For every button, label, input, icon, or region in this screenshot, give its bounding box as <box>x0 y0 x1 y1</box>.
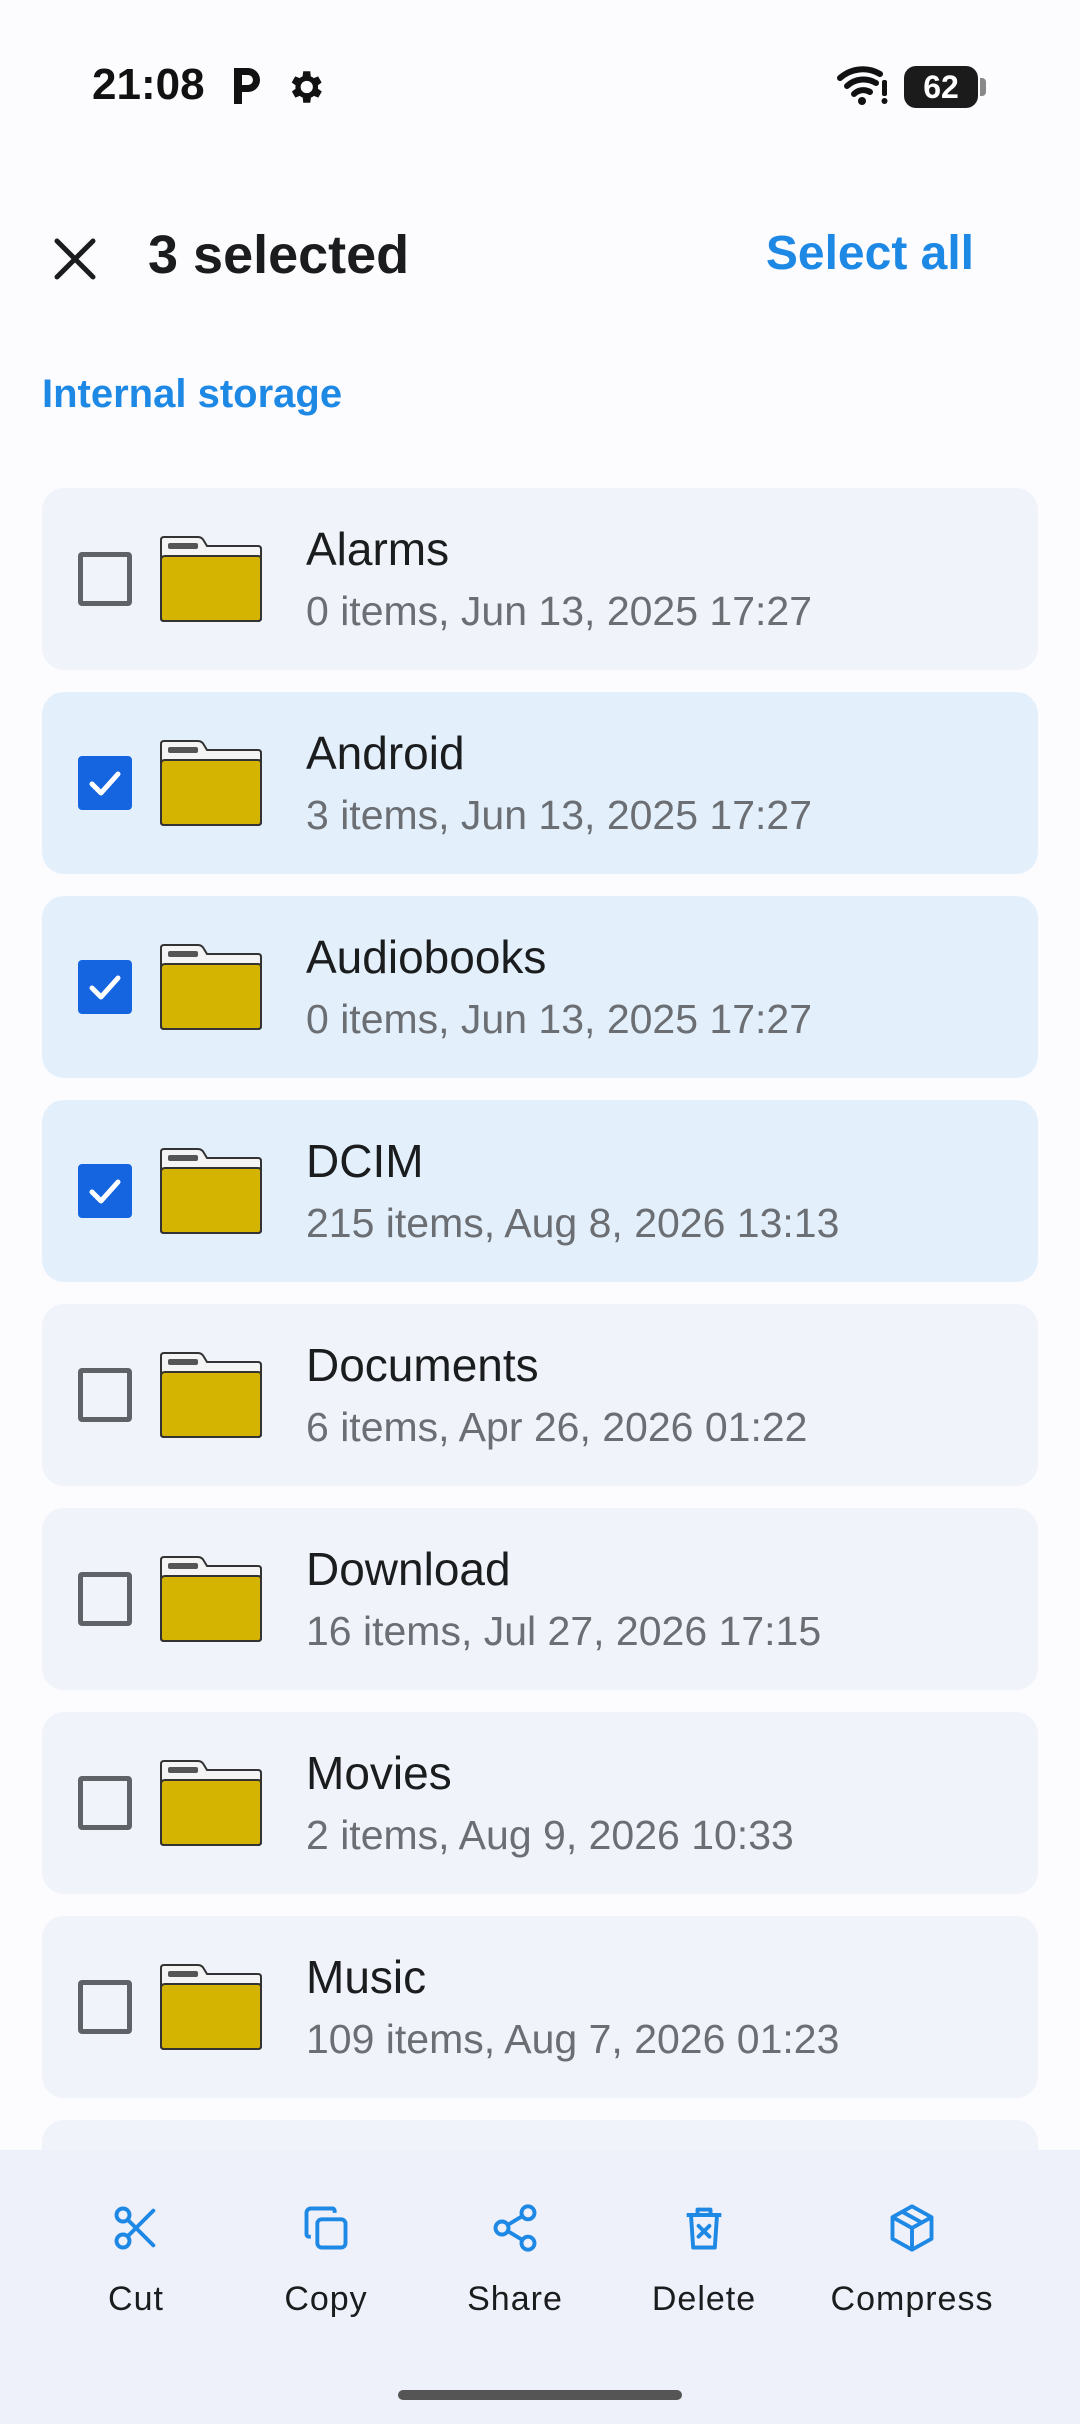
compress-label: Compress <box>830 2280 994 2318</box>
select-all-button[interactable]: Select all <box>766 226 974 281</box>
file-manager-screen: 21:08 62 3 selected Select all Internal … <box>0 0 1080 2424</box>
delete-button[interactable]: Delete <box>614 2202 794 2352</box>
list-item[interactable]: Alarms 0 items, Jun 13, 2025 17:27 <box>42 488 1038 670</box>
status-bar: 21:08 62 <box>0 0 1080 150</box>
cut-button[interactable]: Cut <box>46 2202 226 2352</box>
folder-icon <box>160 1352 262 1438</box>
folder-icon <box>160 1964 262 2050</box>
file-name: Music <box>306 1951 427 2003</box>
file-meta: 0 items, Jun 13, 2025 17:27 <box>306 588 813 634</box>
home-indicator[interactable] <box>398 2390 682 2400</box>
file-name: DCIM <box>306 1135 424 1187</box>
file-list: Alarms 0 items, Jun 13, 2025 17:27 Andro… <box>42 488 1038 2120</box>
selection-app-bar: 3 selected Select all <box>0 200 1080 310</box>
folder-icon <box>160 536 262 622</box>
file-meta: 16 items, Jul 27, 2026 17:15 <box>306 1608 822 1654</box>
file-name: Alarms <box>306 523 450 575</box>
file-meta: 3 items, Jun 13, 2025 17:27 <box>306 792 813 838</box>
folder-icon <box>160 944 262 1030</box>
checkbox[interactable] <box>78 1572 132 1626</box>
file-meta: 109 items, Aug 7, 2026 01:23 <box>306 2016 840 2062</box>
file-meta: 2 items, Aug 9, 2026 10:33 <box>306 1812 794 1858</box>
close-icon <box>54 238 96 280</box>
delete-label: Delete <box>651 2280 757 2318</box>
list-item[interactable]: Android 3 items, Jun 13, 2025 17:27 <box>42 692 1038 874</box>
bottom-action-bar: Cut Copy Share Delete Compress <box>0 2150 1080 2424</box>
parking-icon <box>234 68 260 104</box>
checkbox-checked[interactable] <box>78 756 132 810</box>
share-icon <box>493 2204 537 2252</box>
file-name: Movies <box>306 1747 452 1799</box>
file-name: Download <box>306 1543 511 1595</box>
checkbox[interactable] <box>78 552 132 606</box>
file-meta: 6 items, Apr 26, 2026 01:22 <box>306 1404 808 1450</box>
checkbox-checked[interactable] <box>78 960 132 1014</box>
list-item[interactable]: DCIM 215 items, Aug 8, 2026 13:13 <box>42 1100 1038 1282</box>
delete-icon <box>686 2207 722 2250</box>
package-icon <box>890 2204 934 2252</box>
checkbox[interactable] <box>78 1368 132 1422</box>
copy-label: Copy <box>284 2280 368 2318</box>
list-item[interactable]: Music 109 items, Aug 7, 2026 01:23 <box>42 1916 1038 2098</box>
battery-indicator: 62 <box>904 66 986 108</box>
status-time: 21:08 <box>92 60 205 109</box>
file-name: Android <box>306 727 465 779</box>
list-item[interactable]: Download 16 items, Jul 27, 2026 17:15 <box>42 1508 1038 1690</box>
battery-tip <box>980 78 986 96</box>
selection-count-title: 3 selected <box>148 225 410 285</box>
scissors-icon <box>114 2206 156 2250</box>
wifi-icon <box>837 66 888 105</box>
folder-icon <box>160 1556 262 1642</box>
cut-label: Cut <box>108 2280 164 2318</box>
folder-icon <box>160 1760 262 1846</box>
file-meta: 0 items, Jun 13, 2025 17:27 <box>306 996 813 1042</box>
gear-icon <box>291 71 322 103</box>
folder-icon <box>160 1148 262 1234</box>
list-item[interactable]: Movies 2 items, Aug 9, 2026 10:33 <box>42 1712 1038 1894</box>
file-name: Documents <box>306 1339 539 1391</box>
share-button[interactable]: Share <box>425 2202 605 2352</box>
breadcrumb[interactable]: Internal storage <box>42 372 342 417</box>
checkbox[interactable] <box>78 1776 132 1830</box>
checkbox-checked[interactable] <box>78 1164 132 1218</box>
share-label: Share <box>467 2280 563 2318</box>
file-meta: 215 items, Aug 8, 2026 13:13 <box>306 1200 840 1246</box>
checkbox[interactable] <box>78 1980 132 2034</box>
close-selection-button[interactable] <box>40 224 110 294</box>
folder-icon <box>160 740 262 826</box>
battery-level: 62 <box>904 66 978 108</box>
list-item[interactable]: Audiobooks 0 items, Jun 13, 2025 17:27 <box>42 896 1038 1078</box>
file-name: Audiobooks <box>306 931 547 983</box>
copy-button[interactable]: Copy <box>236 2202 416 2352</box>
copy-icon <box>304 2206 348 2250</box>
list-item[interactable]: Documents 6 items, Apr 26, 2026 01:22 <box>42 1304 1038 1486</box>
compress-button[interactable]: Compress <box>812 2202 1012 2352</box>
